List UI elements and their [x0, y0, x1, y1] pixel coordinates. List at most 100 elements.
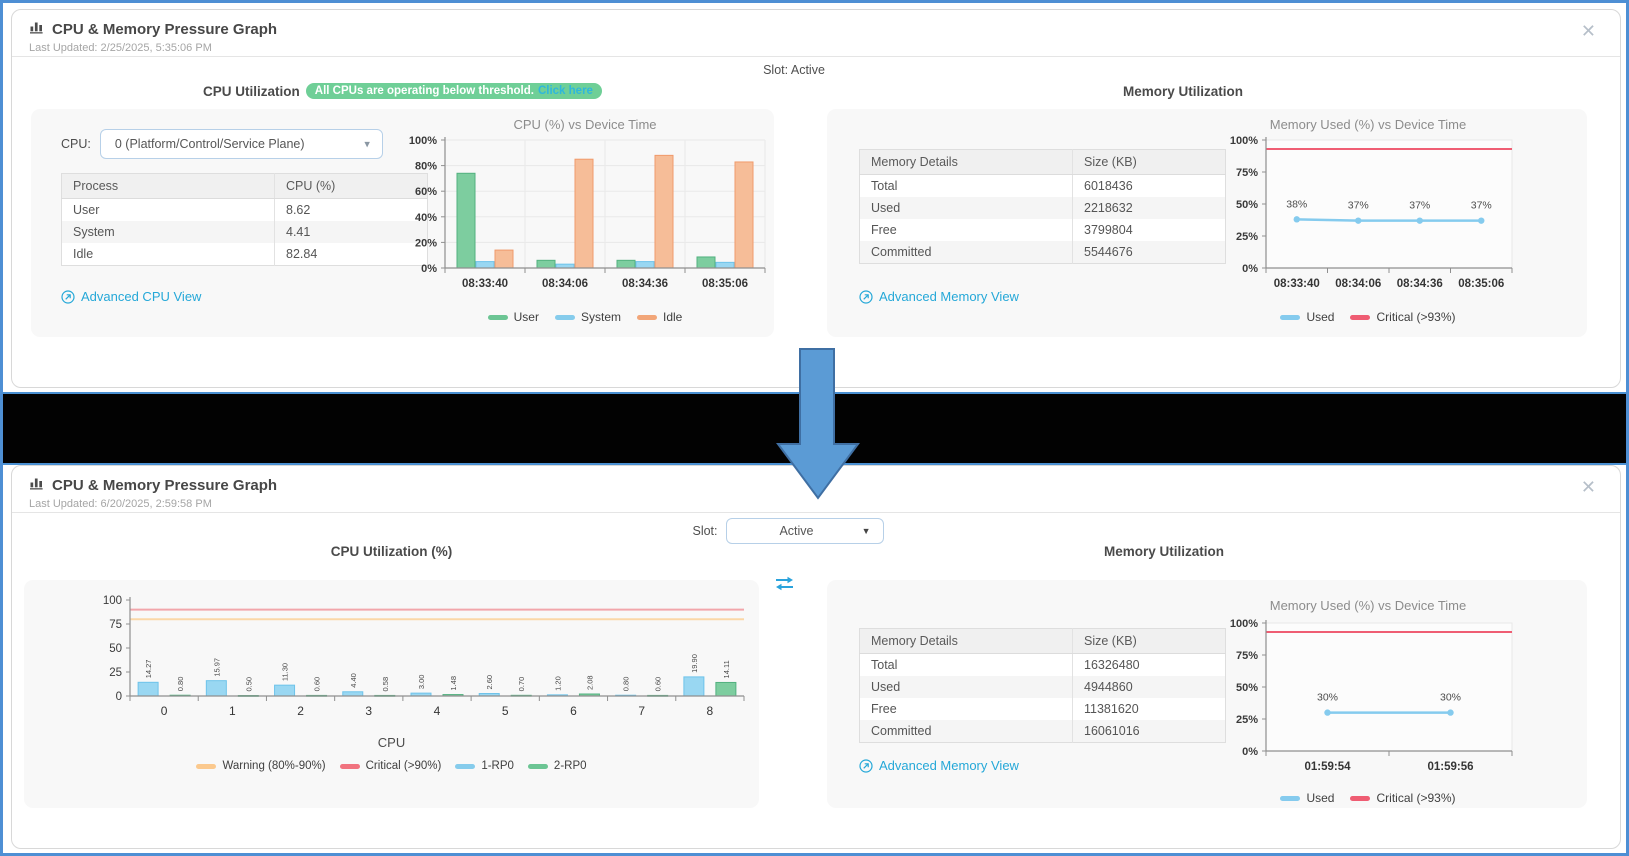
table-cell: Total	[859, 653, 1073, 676]
close-icon[interactable]: ✕	[1581, 22, 1596, 40]
slot-select-value: Active	[779, 524, 814, 538]
table-cell: Committed	[859, 720, 1073, 743]
table-row: Total 16326480	[859, 653, 1226, 676]
legend-item[interactable]: Critical (>93%)	[1350, 310, 1456, 324]
badge-click-here-link[interactable]: Click here	[538, 85, 593, 97]
x-axis-label: CPU	[377, 735, 406, 750]
bar-chart-icon	[29, 19, 45, 39]
table-row: User 8.62	[61, 198, 428, 221]
svg-text:11.30: 11.30	[280, 663, 289, 681]
legend-label: Critical (>90%)	[365, 760, 442, 772]
svg-text:0%: 0%	[421, 263, 437, 275]
svg-text:1.48: 1.48	[449, 676, 458, 691]
column-header: Process	[61, 173, 275, 199]
advanced-memory-view-link[interactable]: Advanced Memory View	[859, 758, 1019, 773]
svg-text:7: 7	[638, 704, 645, 718]
cpu-chart-block: 14.27 15.97 11.30 4.40 3.00 2.60 1.20 0.80 19.90…	[24, 586, 759, 772]
screenshot-root: CPU & Memory Pressure Graph Last Updated…	[0, 0, 1629, 856]
cpu-bar-chart: 14.27 15.97 11.30 4.40 3.00 2.60 1.20 0.80 19.90…	[30, 586, 754, 733]
table-cell: 4944860	[1084, 680, 1133, 694]
svg-text:5: 5	[501, 704, 508, 718]
svg-text:08:33:40: 08:33:40	[462, 278, 508, 290]
legend-swatch-icon	[1280, 314, 1301, 320]
legend-item[interactable]: Used	[1280, 310, 1334, 324]
table-cell: Total	[859, 174, 1073, 197]
table-cell: 16326480	[1084, 658, 1140, 672]
svg-text:08:34:36: 08:34:36	[622, 278, 668, 290]
cpu-memory-panel-after: CPU & Memory Pressure Graph Last Updated…	[11, 465, 1621, 849]
advanced-view-icon	[859, 289, 873, 304]
svg-text:2.08: 2.08	[585, 675, 594, 690]
legend-label: System	[580, 310, 621, 324]
legend-item[interactable]: 1-RP0	[455, 760, 514, 772]
legend-item[interactable]: 2-RP0	[527, 760, 587, 772]
svg-text:20%: 20%	[415, 237, 437, 249]
legend-item[interactable]: System	[554, 310, 621, 324]
legend-item[interactable]: Warning (80%-90%)	[196, 760, 326, 772]
legend-item[interactable]: User	[487, 310, 539, 324]
advanced-view-icon	[859, 758, 873, 773]
table-cell: 5544676	[1084, 245, 1133, 259]
table-row: Used 4944860	[859, 676, 1226, 698]
panel-header: CPU & Memory Pressure Graph Last Updated…	[12, 10, 1620, 57]
svg-text:3.00: 3.00	[417, 675, 426, 690]
advanced-memory-view-label: Advanced Memory View	[879, 758, 1019, 773]
legend-item[interactable]: Critical (>93%)	[1350, 791, 1456, 805]
svg-text:0: 0	[115, 691, 121, 703]
table-cell: 11381620	[1084, 702, 1139, 716]
svg-text:100: 100	[102, 595, 121, 607]
table-row: Committed 16061016	[859, 720, 1226, 743]
memory-chart-block: Memory Used (%) vs Device Time 30% 30% 0% 2…	[1213, 580, 1523, 805]
close-icon[interactable]: ✕	[1581, 478, 1596, 496]
advanced-cpu-view-link[interactable]: Advanced CPU View	[61, 289, 201, 304]
svg-text:14.11: 14.11	[721, 660, 730, 678]
advanced-memory-view-label: Advanced Memory View	[879, 289, 1019, 304]
svg-text:25: 25	[109, 667, 122, 679]
legend-item[interactable]: Idle	[637, 310, 682, 324]
table-cell: User	[61, 198, 275, 221]
cpu-select-value: 0 (Platform/Control/Service Plane)	[114, 137, 305, 151]
svg-text:50%: 50%	[1236, 682, 1258, 694]
chart-legend: Used Critical (>93%)	[1280, 791, 1456, 805]
svg-text:40%: 40%	[415, 212, 437, 224]
svg-text:08:35:06: 08:35:06	[1458, 278, 1504, 290]
advanced-memory-view-link[interactable]: Advanced Memory View	[859, 289, 1019, 304]
svg-text:0: 0	[160, 704, 167, 718]
cpu-card: CPU: 0 (Platform/Control/Service Plane) …	[31, 109, 774, 337]
svg-text:01:59:54: 01:59:54	[1304, 761, 1351, 773]
table-row: Used 2218632	[859, 197, 1226, 219]
legend-label: 2-RP0	[553, 760, 587, 772]
svg-text:08:34:06: 08:34:06	[542, 278, 588, 290]
svg-text:37%: 37%	[1409, 200, 1430, 212]
legend-label: Critical (>93%)	[1376, 791, 1456, 805]
legend-swatch-icon	[455, 763, 476, 769]
svg-text:30%: 30%	[1317, 692, 1338, 704]
svg-text:08:33:40: 08:33:40	[1274, 278, 1320, 290]
legend-swatch-icon	[1280, 795, 1301, 801]
memory-card: Memory Details Size (KB) Total 6018436 Used 2…	[827, 109, 1587, 337]
slot-select[interactable]: Active ▼	[725, 518, 884, 544]
legend-item[interactable]: Critical (>90%)	[339, 760, 442, 772]
legend-swatch-icon	[554, 314, 575, 320]
badge-text: All CPUs are operating below threshold.	[314, 85, 534, 97]
table-cell: Free	[859, 698, 1073, 720]
legend-item[interactable]: Used	[1280, 791, 1334, 805]
chevron-down-icon: ▾	[364, 138, 370, 151]
svg-text:14.27: 14.27	[144, 660, 153, 679]
svg-text:19.90: 19.90	[689, 654, 698, 673]
memory-utilization-title: Memory Utilization	[1122, 84, 1243, 99]
down-arrow	[776, 348, 860, 500]
cpu-select[interactable]: 0 (Platform/Control/Service Plane) ▾	[99, 129, 383, 159]
chart-title: CPU (%) vs Device Time	[513, 117, 657, 132]
legend-swatch-icon	[339, 763, 360, 769]
chart-legend: Used Critical (>93%)	[1280, 310, 1456, 324]
legend-label: Idle	[663, 310, 683, 324]
svg-text:80%: 80%	[415, 161, 437, 173]
svg-text:0.60: 0.60	[312, 677, 321, 692]
swap-icon[interactable]	[775, 576, 794, 596]
table-row: Idle 82.84	[61, 243, 428, 266]
table-cell: 16061016	[1084, 724, 1140, 738]
svg-text:01:59:56: 01:59:56	[1427, 761, 1473, 773]
legend-swatch-icon	[196, 763, 217, 769]
cpu-threshold-badge: All CPUs are operating below threshold. …	[305, 83, 602, 99]
